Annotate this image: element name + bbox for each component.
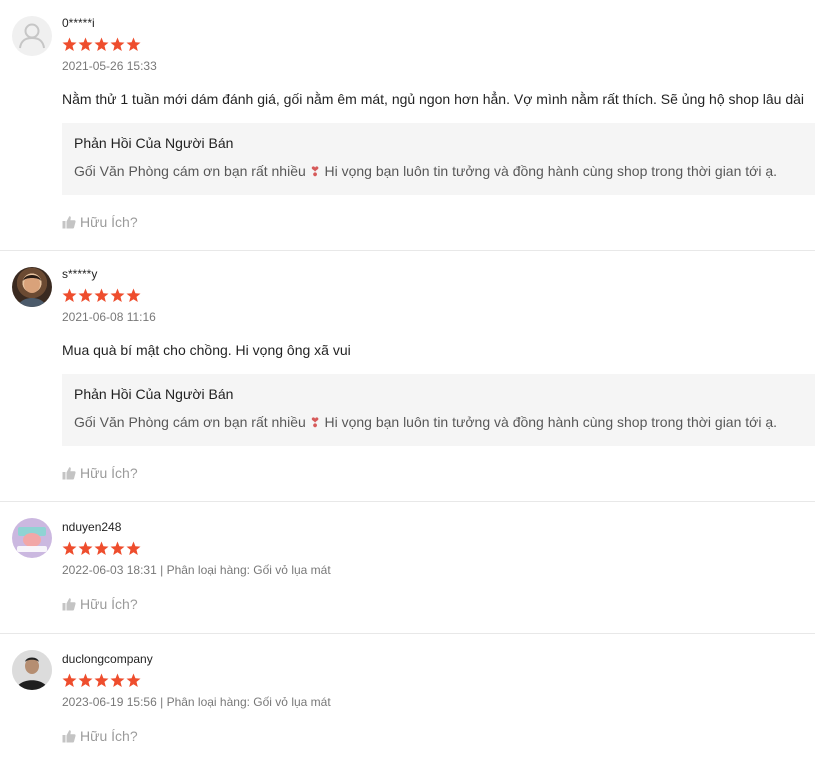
- star-icon: [126, 541, 141, 555]
- reviewer-name[interactable]: s*****y: [62, 267, 97, 281]
- star-icon: [126, 288, 141, 302]
- star-icon: [78, 541, 93, 555]
- helpful-label: Hữu Ích?: [80, 214, 138, 230]
- review-datetime: 2023-06-19 15:56: [62, 695, 157, 709]
- review-meta: 2023-06-19 15:56 | Phân loại hàng: Gối v…: [62, 695, 331, 709]
- helpful-button[interactable]: Hữu Ích?: [62, 465, 138, 481]
- review-item: s*****y 2021-06-08 11:16 Mua quà bí mật …: [0, 251, 815, 502]
- review-content: Nằm thử 1 tuần mới dám đánh giá, gối nằm…: [62, 91, 805, 107]
- heart-icon: ❣: [309, 164, 321, 179]
- helpful-label: Hữu Ích?: [80, 465, 138, 481]
- rating-stars: [62, 37, 141, 52]
- avatar[interactable]: [12, 16, 52, 56]
- star-icon: [94, 288, 109, 302]
- review-item: duclongcompany 2023-06-19 15:56 | Phân l…: [0, 634, 815, 763]
- avatar[interactable]: [12, 650, 52, 690]
- star-icon: [110, 288, 125, 302]
- user-photo: [18, 275, 46, 307]
- star-icon: [94, 37, 109, 51]
- seller-reply-text-before: Gối Văn Phòng cám ơn bạn rất nhiều: [74, 163, 306, 179]
- star-icon: [110, 673, 125, 687]
- thumbs-up-icon: [62, 598, 76, 611]
- reviewer-name[interactable]: duclongcompany: [62, 652, 153, 666]
- seller-reply-text-after: Hi vọng bạn luôn tin tưởng và đồng hành …: [324, 414, 778, 430]
- seller-reply: Phản Hồi Của Người Bán Gối Văn Phòng cám…: [62, 123, 815, 195]
- helpful-button[interactable]: Hữu Ích?: [62, 728, 138, 744]
- review-datetime: 2021-06-08 11:16: [62, 310, 156, 324]
- seller-reply: Phản Hồi Của Người Bán Gối Văn Phòng cám…: [62, 374, 815, 446]
- star-icon: [126, 37, 141, 51]
- reviewer-name[interactable]: 0*****i: [62, 16, 95, 30]
- star-icon: [62, 37, 77, 51]
- rating-stars: [62, 288, 141, 303]
- star-icon: [126, 673, 141, 687]
- user-photo: [12, 518, 52, 558]
- review-variation: Phân loại hàng: Gối vỏ lụa mát: [166, 695, 331, 709]
- thumbs-up-icon: [62, 216, 76, 229]
- star-icon: [110, 37, 125, 51]
- seller-reply-text-after: Hi vọng bạn luôn tin tưởng và đồng hành …: [324, 163, 778, 179]
- seller-reply-title: Phản Hồi Của Người Bán: [74, 386, 234, 402]
- rating-stars: [62, 673, 141, 688]
- helpful-label: Hữu Ích?: [80, 596, 138, 612]
- review-item: 0*****i 2021-05-26 15:33 Nằm thử 1 tuần …: [0, 0, 815, 251]
- user-photo: [12, 650, 52, 690]
- seller-reply-text: Gối Văn Phòng cám ơn bạn rất nhiều ❣ Hi …: [74, 163, 777, 180]
- thumbs-up-icon: [62, 730, 76, 743]
- default-avatar-icon: [19, 23, 45, 49]
- review-datetime: 2021-05-26 15:33: [62, 59, 157, 73]
- seller-reply-title: Phản Hồi Của Người Bán: [74, 135, 234, 151]
- star-icon: [110, 541, 125, 555]
- heart-icon: ❣: [309, 415, 321, 430]
- star-icon: [78, 37, 93, 51]
- star-icon: [78, 288, 93, 302]
- helpful-button[interactable]: Hữu Ích?: [62, 596, 138, 612]
- rating-stars: [62, 541, 141, 556]
- star-icon: [78, 673, 93, 687]
- avatar[interactable]: [12, 518, 52, 558]
- star-icon: [62, 288, 77, 302]
- review-item: nduyen248 2022-06-03 18:31 | Phân loại h…: [0, 502, 815, 634]
- thumbs-up-icon: [62, 467, 76, 480]
- helpful-label: Hữu Ích?: [80, 728, 138, 744]
- reviewer-name[interactable]: nduyen248: [62, 520, 121, 534]
- meta-separator: |: [160, 563, 164, 577]
- review-variation: Phân loại hàng: Gối vỏ lụa mát: [166, 563, 331, 577]
- star-icon: [62, 541, 77, 555]
- seller-reply-text-before: Gối Văn Phòng cám ơn bạn rất nhiều: [74, 414, 306, 430]
- seller-reply-text: Gối Văn Phòng cám ơn bạn rất nhiều ❣ Hi …: [74, 414, 777, 431]
- star-icon: [94, 673, 109, 687]
- review-datetime: 2022-06-03 18:31: [62, 563, 157, 577]
- avatar[interactable]: [12, 267, 52, 307]
- review-content: Mua quà bí mật cho chồng. Hi vọng ông xã…: [62, 342, 351, 358]
- star-icon: [94, 541, 109, 555]
- review-meta: 2022-06-03 18:31 | Phân loại hàng: Gối v…: [62, 563, 331, 577]
- star-icon: [62, 673, 77, 687]
- meta-separator: |: [160, 695, 164, 709]
- helpful-button[interactable]: Hữu Ích?: [62, 214, 138, 230]
